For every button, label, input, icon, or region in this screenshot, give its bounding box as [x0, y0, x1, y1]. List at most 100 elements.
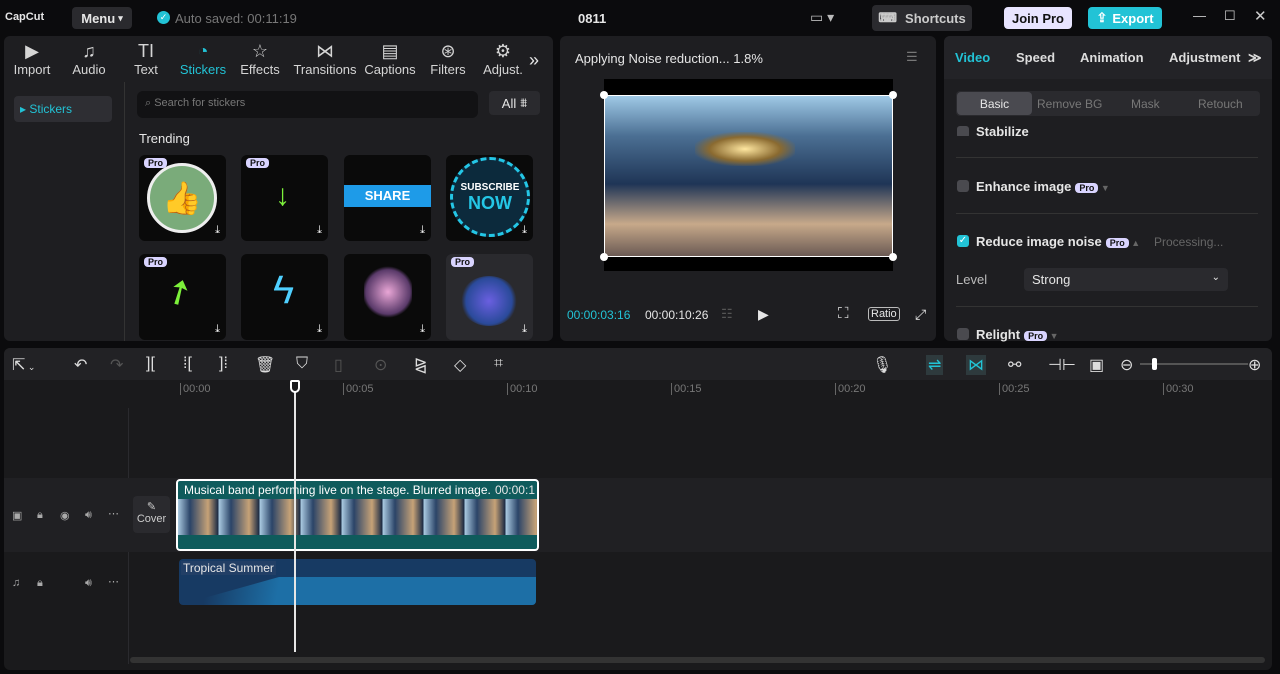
- download-icon[interactable]: ⤓: [317, 323, 322, 336]
- freeze-icon[interactable]: ▯: [334, 355, 343, 375]
- enhance-checkbox[interactable]: [957, 180, 969, 192]
- lock-icon[interactable]: 🔒︎: [37, 509, 43, 522]
- tab-video[interactable]: Video: [955, 50, 990, 65]
- minimize-icon[interactable]: —: [1193, 8, 1206, 23]
- playhead[interactable]: [294, 380, 296, 652]
- sticker-thumbs-up[interactable]: 👍 Pro ⤓: [139, 155, 226, 241]
- horizontal-scrollbar[interactable]: [130, 657, 1265, 663]
- expand-icon[interactable]: ⤢: [915, 306, 926, 323]
- download-icon[interactable]: ⤓: [420, 323, 425, 336]
- maximize-icon[interactable]: ☐: [1224, 8, 1236, 24]
- video-clip[interactable]: Musical band performing live on the stag…: [176, 479, 539, 551]
- shortcuts-button[interactable]: ⌨ Shortcuts: [872, 5, 972, 31]
- magnet-icon[interactable]: ⇌: [926, 355, 944, 375]
- play-icon[interactable]: ▶: [758, 306, 769, 323]
- crop-icon[interactable]: ⌗: [494, 355, 503, 373]
- zoom-in-icon[interactable]: ⊕: [1248, 355, 1261, 375]
- download-icon[interactable]: ⤓: [522, 323, 527, 336]
- sticker-green-arrow[interactable]: ➚ Pro ⤓: [139, 254, 226, 340]
- more-icon[interactable]: ⋯: [108, 507, 119, 520]
- microphone-icon[interactable]: 🎙︎: [872, 355, 892, 375]
- subtab-mask[interactable]: Mask: [1131, 97, 1160, 111]
- more-tools-icon[interactable]: »: [529, 50, 539, 71]
- more-icon[interactable]: ⋯: [108, 575, 119, 588]
- sticker-lightning[interactable]: ϟ ⤓: [241, 254, 328, 340]
- resize-handle[interactable]: [600, 253, 608, 261]
- fullscreen-scan-icon[interactable]: ⛶: [838, 305, 849, 322]
- volume-icon[interactable]: 🔊︎: [85, 509, 92, 522]
- export-button[interactable]: ⇪ Export: [1088, 7, 1162, 29]
- subtab-basic[interactable]: Basic: [957, 92, 1032, 115]
- ratio-button[interactable]: Ratio: [868, 307, 900, 321]
- download-icon[interactable]: ⤓: [317, 224, 322, 237]
- sticker-flower[interactable]: Pro ⤓: [446, 254, 533, 340]
- rotate-icon[interactable]: ◇: [454, 355, 466, 375]
- chevron-down-icon[interactable]: ▼: [1047, 331, 1059, 341]
- playhead-handle[interactable]: [290, 380, 300, 393]
- chevron-down-icon[interactable]: ▼: [1098, 183, 1110, 193]
- cover-button[interactable]: ✎ Cover: [133, 496, 170, 533]
- join-pro-button[interactable]: Join Pro: [1004, 7, 1072, 29]
- volume-icon[interactable]: 🔊︎: [85, 577, 92, 590]
- zoom-slider[interactable]: [1140, 358, 1248, 370]
- tab-animation[interactable]: Animation: [1080, 50, 1144, 65]
- menu-button[interactable]: Menu ▾: [72, 7, 132, 29]
- level-select[interactable]: Strong ⌄: [1024, 268, 1228, 291]
- tool-text[interactable]: TI Text: [118, 40, 174, 77]
- download-icon[interactable]: ⤓: [420, 224, 425, 237]
- resize-handle[interactable]: [889, 253, 897, 261]
- more-tabs-icon[interactable]: ≫: [1248, 50, 1262, 66]
- delete-icon[interactable]: 🗑︎: [255, 355, 275, 375]
- tool-import[interactable]: ▶︎ Import: [4, 40, 60, 77]
- split-right-icon[interactable]: ]⁞: [219, 355, 228, 373]
- sticker-butterfly[interactable]: ⤓: [344, 254, 431, 340]
- tab-adjustment[interactable]: Adjustment: [1169, 50, 1241, 65]
- download-icon[interactable]: ⤓: [522, 224, 527, 237]
- subtab-retouch[interactable]: Retouch: [1198, 97, 1243, 111]
- timeline-grid-icon[interactable]: ☷: [721, 306, 733, 322]
- tab-speed[interactable]: Speed: [1016, 50, 1055, 65]
- link-icon[interactable]: ⚯: [1008, 355, 1021, 375]
- lock-icon[interactable]: 🔒︎: [37, 577, 43, 590]
- resize-handle[interactable]: [889, 91, 897, 99]
- select-tool-icon[interactable]: ⇱ ⌄: [12, 355, 35, 375]
- resize-handle[interactable]: [600, 91, 608, 99]
- relight-checkbox[interactable]: [957, 328, 969, 340]
- preview-axis-icon[interactable]: ⊣⊢: [1048, 355, 1076, 375]
- sticker-subscribe[interactable]: SUBSCRIBE NOW ⤓: [446, 155, 533, 241]
- auto-snap-icon[interactable]: ⋈: [966, 355, 986, 375]
- sidebar-item-stickers[interactable]: ▸ Stickers: [14, 96, 112, 122]
- split-icon[interactable]: ][: [146, 355, 155, 373]
- marker-icon[interactable]: ⛉: [296, 355, 308, 373]
- zoom-out-icon[interactable]: ⊖: [1120, 355, 1133, 375]
- tool-audio[interactable]: ♫ Audio: [61, 40, 117, 77]
- tool-stickers[interactable]: ◔ Stickers: [175, 40, 231, 77]
- reverse-icon[interactable]: ⊙: [374, 355, 387, 375]
- sticker-arrow-down[interactable]: ↓ Pro ⤓: [241, 155, 328, 241]
- split-left-icon[interactable]: ⁞[: [183, 355, 192, 373]
- stabilize-checkbox[interactable]: [957, 126, 969, 136]
- download-icon[interactable]: ⤓: [215, 323, 220, 336]
- tool-transitions[interactable]: ⋈ Transitions: [289, 40, 361, 77]
- tool-effects[interactable]: ☆ Effects: [232, 40, 288, 77]
- subtab-remove-bg[interactable]: Remove BG: [1037, 97, 1102, 111]
- zoom-slider-handle[interactable]: [1152, 358, 1157, 370]
- tool-captions[interactable]: ▤ Captions: [362, 40, 418, 77]
- thumbnail-icon[interactable]: ▣: [1089, 355, 1104, 375]
- filter-dropdown[interactable]: All ⩩: [489, 91, 540, 115]
- mirror-icon[interactable]: ⧎: [414, 355, 427, 375]
- redo-icon[interactable]: ↷: [110, 355, 123, 375]
- chevron-up-icon[interactable]: ▲: [1129, 238, 1140, 248]
- search-input[interactable]: ⌕ Search for stickers: [137, 91, 478, 118]
- download-icon[interactable]: ⤓: [215, 224, 220, 237]
- reduce-noise-checkbox[interactable]: ✓: [957, 235, 969, 247]
- video-frame[interactable]: [604, 95, 893, 257]
- layout-icon[interactable]: ▭ ▾: [810, 9, 834, 26]
- sticker-share[interactable]: SHARE ⤓: [344, 155, 431, 241]
- tool-filters[interactable]: ⊛ Filters: [420, 40, 476, 77]
- tool-adjust[interactable]: ⚙ Adjust.: [478, 40, 528, 77]
- preview-menu-icon[interactable]: ☰: [906, 49, 918, 65]
- eye-icon[interactable]: ◉: [60, 509, 70, 522]
- undo-icon[interactable]: ↶: [74, 355, 87, 375]
- close-icon[interactable]: ✕: [1254, 7, 1267, 25]
